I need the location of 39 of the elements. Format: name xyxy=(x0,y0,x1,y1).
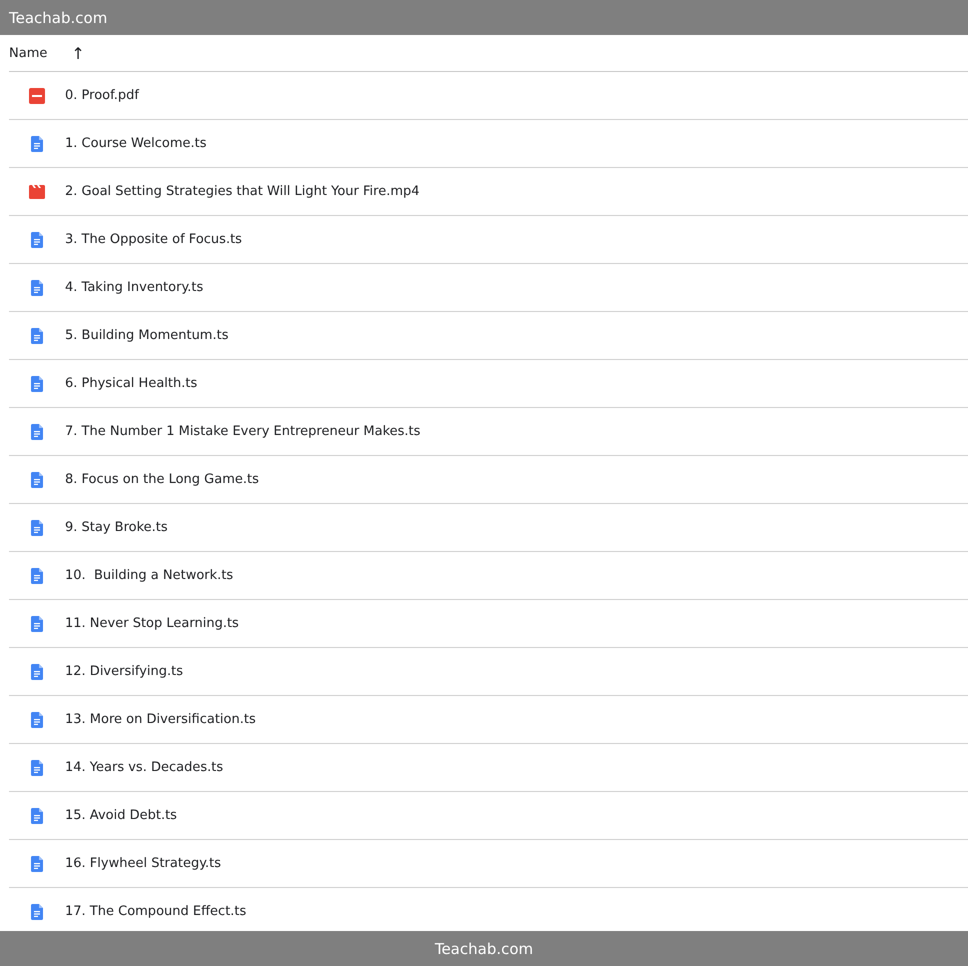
file-row[interactable]: 10. Building a Network.ts xyxy=(9,552,968,600)
file-name: 16. Flywheel Strategy.ts xyxy=(65,856,222,871)
file-row[interactable]: 9. Stay Broke.ts xyxy=(9,504,968,552)
file-row[interactable]: 1. Course Welcome.ts xyxy=(9,120,968,168)
file-name: 1. Course Welcome.ts xyxy=(65,136,207,151)
file-name: 13. More on Diversification.ts xyxy=(65,712,256,727)
file-row[interactable]: 11. Never Stop Learning.ts xyxy=(9,600,968,648)
file-name: 11. Never Stop Learning.ts xyxy=(65,616,239,631)
file-name: 6. Physical Health.ts xyxy=(65,376,198,391)
file-row[interactable]: 8. Focus on the Long Game.ts xyxy=(9,456,968,504)
file-row[interactable]: 6. Physical Health.ts xyxy=(9,360,968,408)
file-row[interactable]: 12. Diversifying.ts xyxy=(9,648,968,696)
file-name: 10. Building a Network.ts xyxy=(65,568,234,583)
file-name: 7. The Number 1 Mistake Every Entrepreneur Makes.ts xyxy=(65,424,420,439)
file-name: 2. Goal Setting Strategies that Will Light Your Fire.mp4 xyxy=(65,184,420,199)
file-name: 9. Stay Broke.ts xyxy=(65,520,168,535)
file-row[interactable]: 0. Proof.pdf xyxy=(9,72,968,120)
file-row[interactable]: 7. The Number 1 Mistake Every Entrepreneur Makes.ts xyxy=(9,408,968,456)
site-name: Teachab.com xyxy=(9,8,108,26)
file-row[interactable]: 4. Taking Inventory.ts xyxy=(9,264,968,312)
site-name: Teachab.com xyxy=(434,940,534,958)
file-row[interactable]: 3. The Opposite of Focus.ts xyxy=(9,216,968,264)
file-row[interactable]: 16. Flywheel Strategy.ts xyxy=(9,840,968,888)
file-name: 8. Focus on the Long Game.ts xyxy=(65,472,259,487)
sort-arrow-icon[interactable]: ↑ xyxy=(71,44,85,62)
name-column-header[interactable]: Name xyxy=(9,46,48,60)
file-name: 12. Diversifying.ts xyxy=(65,664,183,679)
file-row[interactable]: 15. Avoid Debt.ts xyxy=(9,792,968,840)
file-name: 14. Years vs. Decades.ts xyxy=(65,760,224,775)
file-name: 17. The Compound Effect.ts xyxy=(65,904,246,919)
file-name: 4. Taking Inventory.ts xyxy=(65,280,204,295)
file-row[interactable]: 5. Building Momentum.ts xyxy=(9,312,968,360)
file-name: 5. Building Momentum.ts xyxy=(65,328,228,343)
file-name: 3. The Opposite of Focus.ts xyxy=(65,232,242,247)
file-name: 15. Avoid Debt.ts xyxy=(65,808,177,823)
file-name: 0. Proof.pdf xyxy=(65,88,139,103)
file-row[interactable]: 14. Years vs. Decades.ts xyxy=(9,744,968,792)
file-row[interactable]: 2. Goal Setting Strategies that Will Light Your Fire.mp4 xyxy=(9,168,968,216)
file-row[interactable]: 13. More on Diversification.ts xyxy=(9,696,968,744)
